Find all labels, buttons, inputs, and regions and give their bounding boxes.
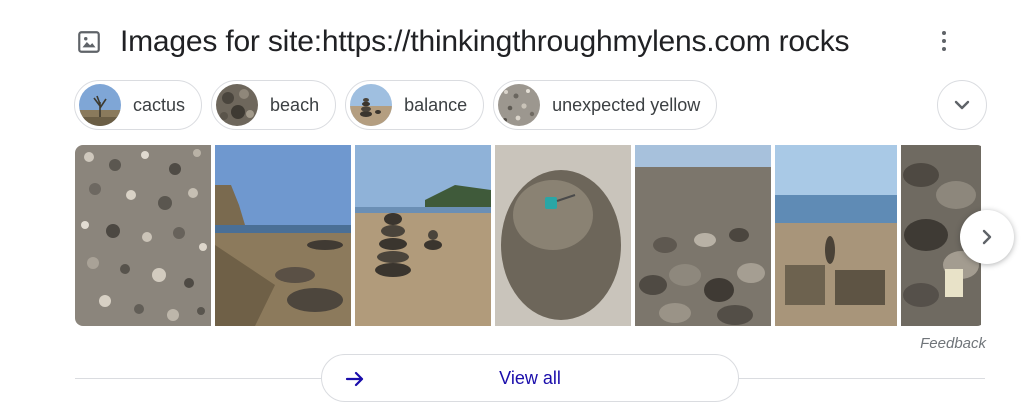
image-thumbnail[interactable] bbox=[215, 145, 351, 326]
chevron-right-icon bbox=[982, 229, 992, 245]
chip-beach[interactable]: beach bbox=[211, 80, 337, 130]
image-thumbnail[interactable] bbox=[635, 145, 771, 326]
arrow-right-icon bbox=[345, 371, 364, 387]
cactus-thumbnail bbox=[79, 84, 121, 126]
image-gallery bbox=[75, 145, 985, 326]
expand-chips-button[interactable] bbox=[937, 80, 987, 130]
view-all-label: View all bbox=[499, 367, 561, 388]
section-header: Images for site:https://thinkingthroughm… bbox=[76, 22, 956, 62]
unexpected-yellow-thumbnail bbox=[498, 84, 541, 126]
chip-unexpected-yellow[interactable]: unexpected yellow bbox=[493, 80, 718, 130]
image-thumbnail[interactable] bbox=[75, 145, 211, 326]
balance-thumbnail bbox=[350, 84, 393, 126]
feedback-link[interactable]: Feedback bbox=[920, 335, 986, 352]
image-thumbnail[interactable] bbox=[355, 145, 491, 326]
refinement-chips: cactus beach balance unexpected yellow bbox=[74, 80, 718, 132]
image-thumbnail[interactable] bbox=[775, 145, 897, 326]
chip-label: cactus bbox=[133, 94, 186, 115]
chip-label: beach bbox=[270, 94, 320, 115]
section-title: Images for site:https://thinkingthroughm… bbox=[120, 25, 850, 58]
image-thumbnail[interactable] bbox=[495, 145, 631, 326]
chip-label: unexpected yellow bbox=[552, 94, 701, 115]
next-images-button[interactable] bbox=[960, 210, 1014, 264]
chevron-down-icon bbox=[954, 100, 970, 110]
chip-cactus[interactable]: cactus bbox=[74, 80, 203, 130]
chip-balance[interactable]: balance bbox=[345, 80, 485, 130]
chip-label: balance bbox=[404, 94, 468, 115]
beach-thumbnail bbox=[216, 84, 259, 126]
view-all-button[interactable]: View all bbox=[321, 354, 739, 402]
more-vert-icon[interactable] bbox=[932, 26, 956, 56]
image-icon bbox=[78, 31, 100, 53]
